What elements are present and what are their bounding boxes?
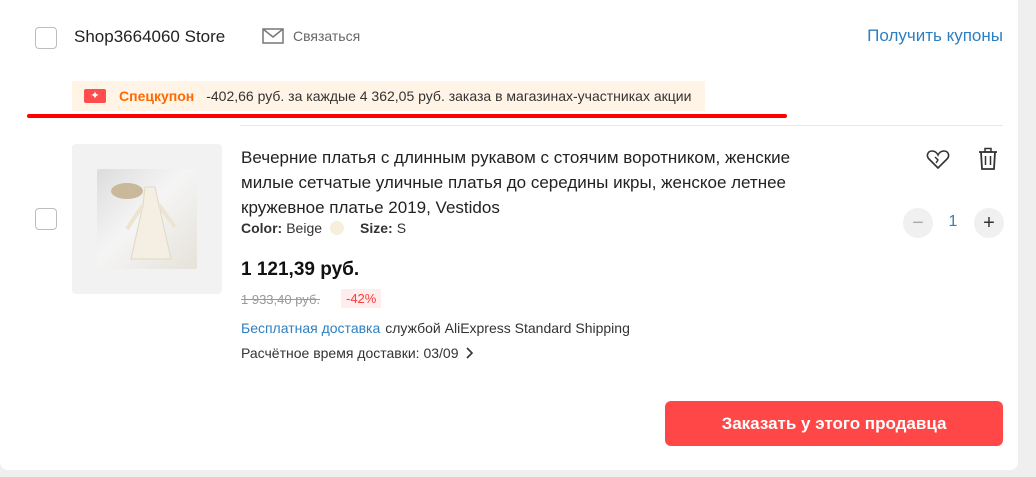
coupon-icon: ✦ [84, 89, 106, 103]
promo-title: Спецкупон [119, 88, 195, 104]
item-select-checkbox[interactable] [35, 208, 57, 230]
contact-seller-link[interactable]: Связаться [262, 28, 360, 44]
color-swatch [330, 221, 345, 235]
color-value: Beige [286, 220, 323, 236]
highlight-underline [27, 114, 787, 118]
promo-text: -402,66 руб. за каждые 4 362,05 руб. зак… [206, 88, 692, 104]
product-thumbnail[interactable] [72, 144, 222, 294]
delivery-estimate-text: Расчётное время доставки: 03/09 [241, 345, 459, 361]
wishlist-button[interactable] [925, 146, 951, 172]
store-select-checkbox[interactable] [35, 27, 57, 49]
product-title[interactable]: Вечерние платья с длинным рукавом с стоя… [241, 145, 831, 220]
store-name[interactable]: Shop3664060 Store [74, 27, 225, 47]
discount-badge: -42% [341, 289, 382, 308]
order-from-seller-button[interactable]: Заказать у этого продавца [665, 401, 1003, 446]
old-price: 1 933,40 руб. [241, 292, 321, 307]
divider [240, 125, 1003, 126]
delete-button[interactable] [975, 146, 1001, 172]
shipping-service: службой AliExpress Standard Shipping [385, 320, 630, 336]
chevron-right-icon [465, 347, 473, 359]
product-attributes[interactable]: Color: Beige Size: S [241, 220, 406, 236]
color-label: Color: [241, 220, 283, 236]
promo-banner: ✦ Спецкупон -402,66 руб. за каждые 4 362… [72, 81, 706, 111]
shipping-info: Бесплатная доставка службой AliExpress St… [241, 320, 630, 336]
size-value: S [396, 220, 407, 236]
quantity-decrease-button[interactable]: − [903, 208, 933, 238]
product-image [97, 169, 197, 269]
price: 1 121,39 руб. [241, 259, 360, 280]
quantity-increase-button[interactable]: + [974, 208, 1004, 238]
quantity-value[interactable]: 1 [940, 213, 966, 231]
free-shipping-label: Бесплатная доставка [241, 320, 381, 336]
heart-icon [926, 150, 950, 170]
trash-icon [979, 147, 997, 170]
cart-store-card: Shop3664060 Store Связаться Получить куп… [0, 0, 1018, 470]
get-coupons-link[interactable]: Получить купоны [867, 26, 1003, 46]
mail-icon [262, 28, 284, 44]
size-label: Size: [360, 220, 393, 236]
contact-label: Связаться [293, 28, 361, 44]
delivery-estimate[interactable]: Расчётное время доставки: 03/09 [241, 345, 475, 361]
